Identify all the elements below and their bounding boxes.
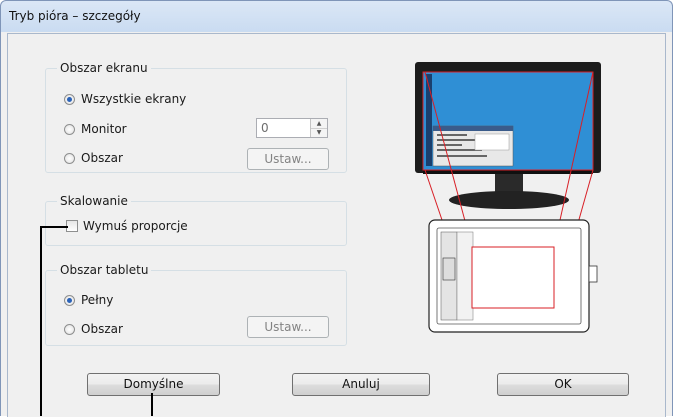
callout-line-vertical-left [40,226,42,416]
radio-all-screens[interactable]: Wszystkie ekrany [64,92,186,106]
force-proportions-checkbox[interactable]: Wymuś proporcje [66,219,188,233]
radio-all-screens-label: Wszystkie ekrany [81,92,187,106]
monitor-spinner-value[interactable]: 0 [261,121,269,135]
tablet-area-set-button[interactable]: Ustaw... [247,316,329,338]
window-title: Tryb pióra – szczegóły [9,9,141,23]
radio-monitor-label: Monitor [81,122,127,136]
radio-screen-area-label: Obszar [81,151,123,165]
callout-line-vertical-defaults [151,393,153,416]
radio-button-icon[interactable] [64,323,75,335]
radio-screen-area[interactable]: Obszar [64,151,123,165]
tablet-area-legend: Obszar tabletu [57,263,152,277]
radio-tablet-area[interactable]: Obszar [64,322,123,336]
ok-button[interactable]: OK [497,373,629,396]
scaling-legend: Skalowanie [57,194,131,208]
radio-button-icon[interactable] [64,123,75,135]
radio-tablet-area-label: Obszar [81,322,123,336]
monitor-spinner[interactable]: 0 ▲ ▼ [256,118,328,138]
radio-button-selected-icon[interactable] [64,294,75,306]
screen-area-set-button[interactable]: Ustaw... [247,148,329,170]
spinner-down-icon[interactable]: ▼ [311,128,327,137]
defaults-button[interactable]: Domyślne [87,373,220,396]
callout-line-horizontal [40,226,68,228]
mapping-illustration [415,62,601,333]
force-proportions-label: Wymuś proporcje [83,219,188,233]
radio-button-icon[interactable] [64,152,75,164]
radio-tablet-full-label: Pełny [81,293,114,307]
cancel-button[interactable]: Anuluj [292,373,430,396]
screen-area-legend: Obszar ekranu [57,61,151,75]
radio-monitor[interactable]: Monitor [64,122,127,136]
radio-tablet-full[interactable]: Pełny [64,293,113,307]
radio-button-selected-icon[interactable] [64,93,75,105]
spinner-arrows[interactable]: ▲ ▼ [310,119,327,137]
title-bar[interactable]: Tryb pióra – szczegóły [0,0,673,33]
